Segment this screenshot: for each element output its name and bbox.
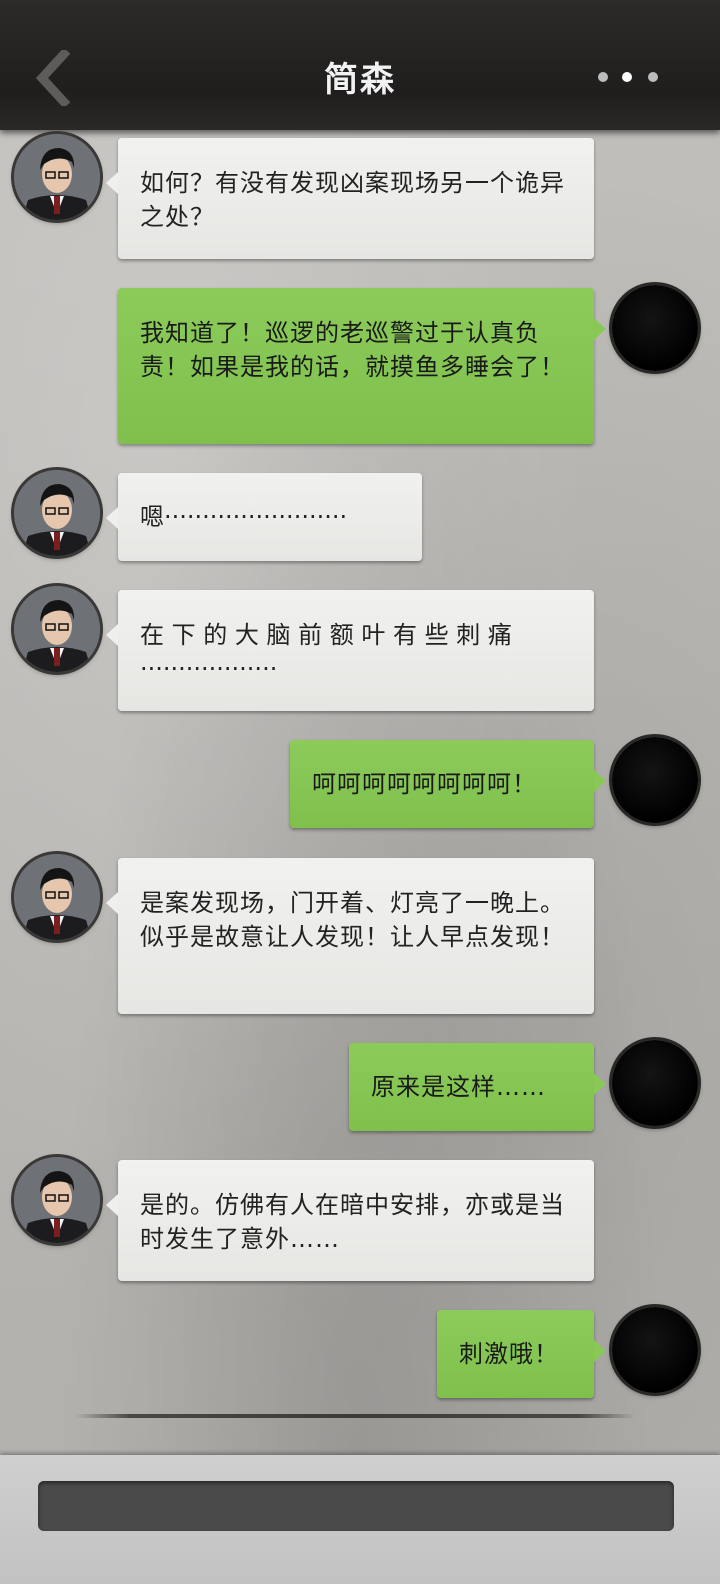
avatar-jiansen[interactable] — [14, 470, 100, 556]
avatar-jiansen[interactable] — [14, 1157, 100, 1243]
more-dots-icon — [648, 72, 658, 82]
avatar-jiansen[interactable] — [14, 854, 100, 940]
bottom-bar — [0, 1455, 720, 1584]
avatar-player[interactable] — [612, 285, 698, 371]
message-bubble-npc: 是的。仿佛有人在暗中安排，亦或是当时发生了意外…… — [106, 1160, 594, 1281]
history-end-divider — [75, 1414, 635, 1418]
more-button[interactable] — [592, 68, 664, 88]
avatar-jiansen[interactable] — [14, 586, 100, 672]
avatar-jiansen[interactable] — [14, 134, 100, 220]
message-input[interactable] — [38, 1481, 674, 1531]
message-bubble-me: 刺激哦！ — [437, 1310, 606, 1398]
message-bubble-npc: 如何？有没有发现凶案现场另一个诡异之处？ — [106, 138, 594, 259]
avatar-player[interactable] — [612, 1040, 698, 1126]
message-bubble-me: 呵呵呵呵呵呵呵呵！ — [290, 740, 606, 828]
message-bubble-npc: 是案发现场，门开着、灯亮了一晚上。似乎是故意让人发现！让人早点发现！ — [106, 858, 594, 1014]
avatar-player[interactable] — [612, 737, 698, 823]
message-bubble-npc: 在 下 的 大 脑 前 额 叶 有 些 刺 痛·················… — [106, 590, 594, 711]
message-bubble-npc: 嗯························ — [106, 473, 422, 561]
more-dots-icon — [598, 72, 608, 82]
message-bubble-me: 我知道了！巡逻的老巡警过于认真负责！如果是我的话，就摸鱼多睡会了！ — [118, 288, 606, 444]
avatar-player[interactable] — [612, 1307, 698, 1393]
more-dots-icon — [622, 72, 632, 82]
message-bubble-me: 原来是这样…… — [349, 1043, 606, 1131]
top-bar: 简森 — [0, 0, 720, 130]
